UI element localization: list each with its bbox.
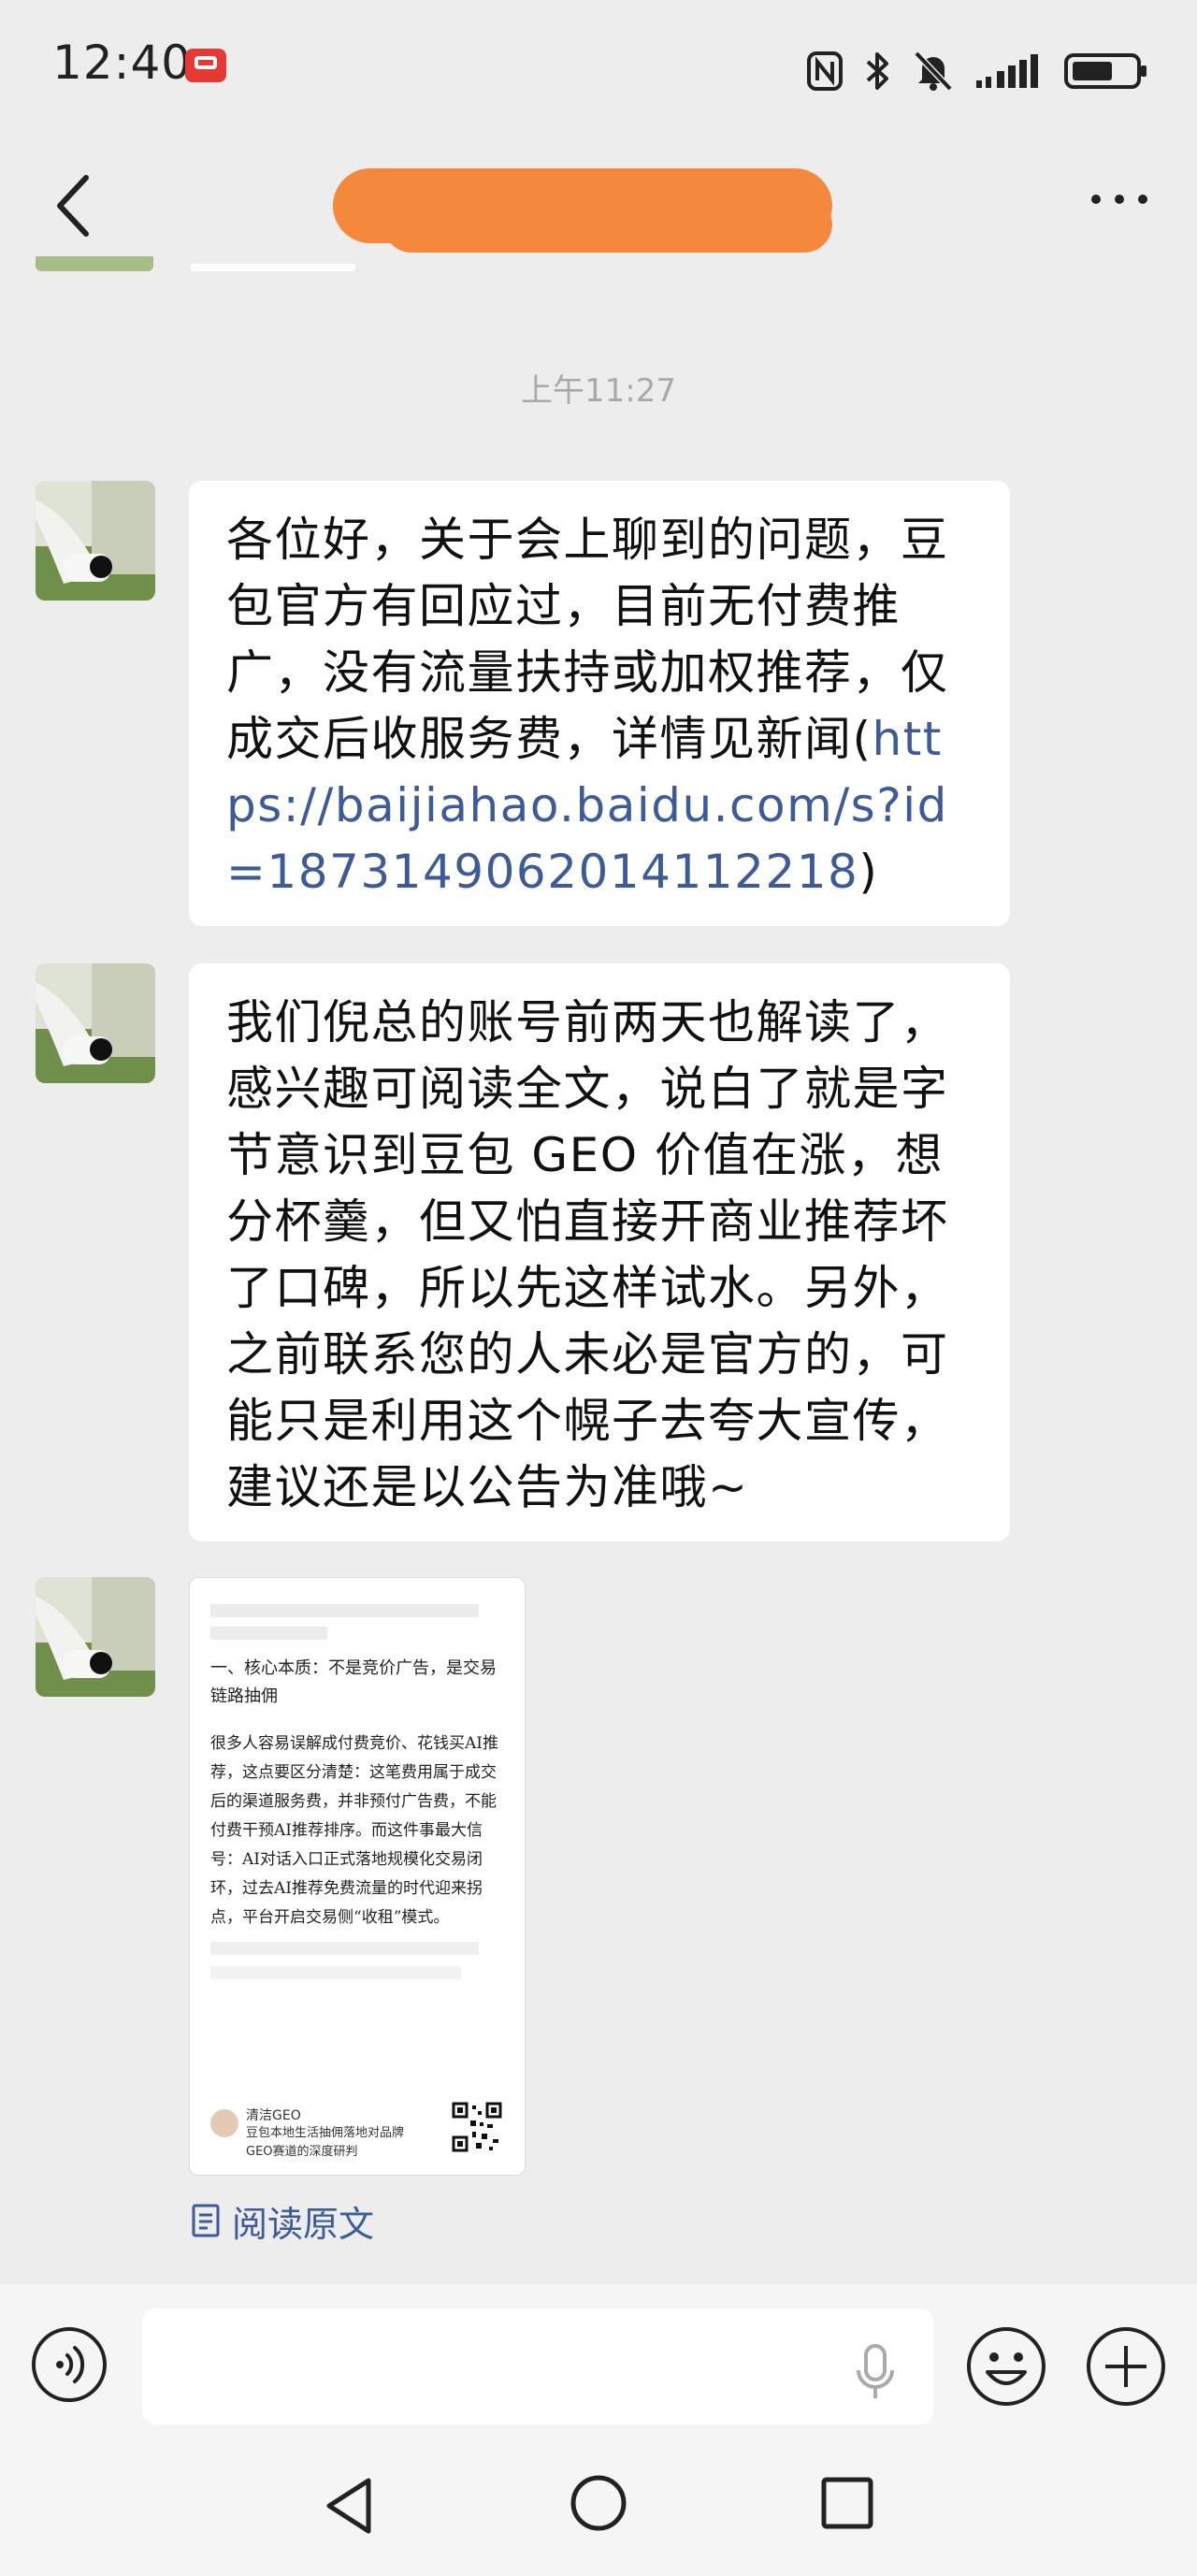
card-author: 清洁GEO <box>246 2108 301 2123</box>
avatar[interactable] <box>36 963 155 1083</box>
qr-code-icon <box>452 2102 502 2152</box>
back-triangle-icon[interactable] <box>320 2473 380 2539</box>
message-timestamp: 上午11:27 <box>521 372 676 410</box>
card-title: 豆包本地生活抽佣落地对品牌GEO赛道的深度研判 <box>246 2126 405 2159</box>
avatar-image <box>36 963 155 1083</box>
status-icons <box>806 45 1147 97</box>
home-circle-icon[interactable] <box>569 2473 628 2533</box>
avatar[interactable] <box>36 481 155 601</box>
message-bubble[interactable]: 我们倪总的账号前两天也解读了，感兴趣可阅读全文，说白了就是字节意识到豆包 GEO… <box>189 963 1010 1541</box>
notification-app-icon <box>185 49 226 82</box>
avatar-image <box>36 481 155 601</box>
emoji-icon[interactable] <box>965 2325 1047 2408</box>
more-dots-icon[interactable] <box>1087 185 1152 213</box>
redaction-mark <box>383 196 832 253</box>
message-text: 我们倪总的账号前两天也解读了，感兴趣可阅读全文，说白了就是字节意识到豆包 GEO… <box>226 995 949 1514</box>
card-footer: 清洁GEO 豆包本地生活抽佣落地对品牌GEO赛道的深度研判 <box>210 2102 506 2167</box>
message-input[interactable] <box>142 2308 933 2424</box>
status-time: 12:40 <box>52 36 193 90</box>
bluetooth-icon <box>866 52 888 90</box>
message-text: 各位好，关于会上聊到的问题，豆包官方有回应过，目前无付费推广，没有流量扶持或加权… <box>226 513 949 766</box>
card-body: 很多人容易误解成付费竞价、花钱买AI推荐，这点要区分清楚：这笔费用属于成交后的渠… <box>210 1734 498 1927</box>
read-original-label: 阅读原文 <box>232 2203 375 2245</box>
mic-icon[interactable] <box>853 2342 898 2404</box>
system-navigation-bar <box>0 2436 1197 2576</box>
signal-icon <box>976 54 1038 88</box>
message-bubble[interactable]: 各位好，关于会上聊到的问题，豆包官方有回应过，目前无付费推广，没有流量扶持或加权… <box>189 481 1010 926</box>
voice-icon[interactable] <box>30 2325 108 2404</box>
chat-header <box>0 140 1197 271</box>
previous-message-fragment <box>191 264 355 271</box>
card-author-avatar <box>210 2109 238 2137</box>
card-heading: 一、核心本质：不是竞价广告，是交易链路抽佣 <box>210 1658 497 1706</box>
battery-icon <box>1064 53 1147 89</box>
avatar[interactable] <box>36 1577 155 1697</box>
chevron-left-icon[interactable] <box>45 168 101 243</box>
avatar-image <box>36 1577 155 1697</box>
document-icon <box>192 2204 220 2237</box>
card-faded-text <box>210 1604 502 1640</box>
previous-message-fragment <box>36 256 153 271</box>
message-text: ) <box>858 845 879 899</box>
plus-icon[interactable] <box>1085 2325 1167 2408</box>
input-bar <box>0 2284 1197 2436</box>
article-card-content: 一、核心本质：不是竞价广告，是交易链路抽佣 很多人容易误解成付费竞价、花钱买AI… <box>210 1600 502 1990</box>
nfc-icon <box>807 51 843 91</box>
read-original-link[interactable]: 阅读原文 <box>191 2194 374 2247</box>
card-faded-text <box>210 1942 502 1979</box>
mute-icon <box>914 51 953 92</box>
article-card[interactable]: 一、核心本质：不是竞价广告，是交易链路抽佣 很多人容易误解成付费竞价、花钱买AI… <box>189 1577 526 2176</box>
recent-square-icon[interactable] <box>819 2475 875 2531</box>
status-bar: 12:40 <box>0 0 1197 140</box>
